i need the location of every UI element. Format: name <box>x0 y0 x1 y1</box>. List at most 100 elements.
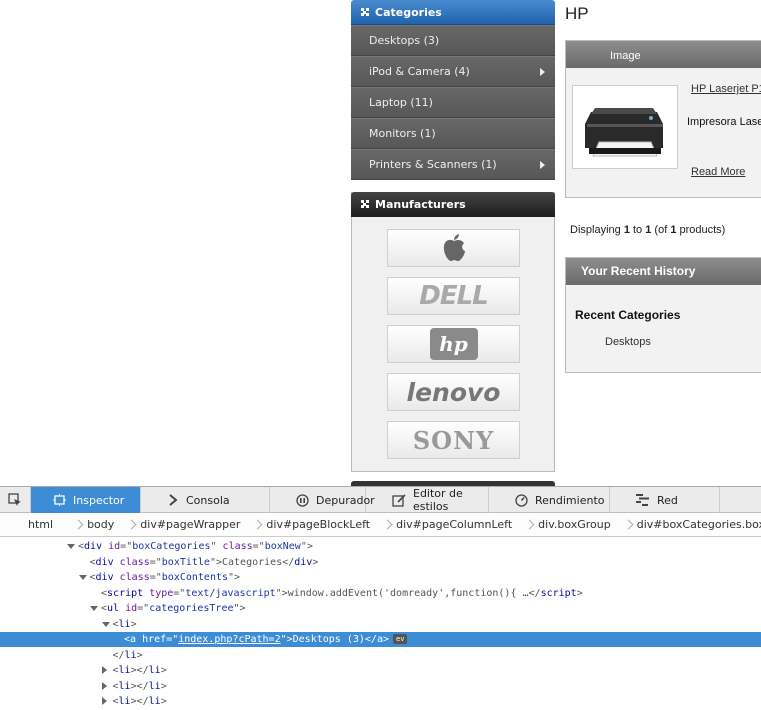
manufacturers-box-title: Manufacturers <box>351 192 555 217</box>
markup-text: <li> <box>113 617 137 632</box>
markup-line[interactable]: <script type="text/javascript">window.ad… <box>0 586 761 601</box>
breadcrumb-item[interactable]: body <box>75 513 128 536</box>
displaying-pre-total: (of <box>651 224 671 236</box>
markup-text: <li></li> <box>113 679 167 694</box>
sony-logo[interactable]: SONY <box>387 421 520 459</box>
markup-token: =" <box>120 541 133 552</box>
markup-token: href <box>142 634 167 645</box>
tab-label: Editor de estilos <box>413 487 463 513</box>
markup-token: "> <box>233 603 246 614</box>
markup-token: </ <box>112 649 125 661</box>
tab-inspector[interactable]: Inspector <box>31 487 141 513</box>
markup-token: li <box>148 696 161 707</box>
markup-token: > <box>576 587 583 599</box>
apple-logo[interactable] <box>387 229 520 267</box>
expand-open-icon[interactable] <box>90 606 98 611</box>
lenovo-logo[interactable]: lenovo <box>387 373 520 411</box>
markup-token: div <box>294 556 313 568</box>
markup-token: text/javascript <box>185 587 276 599</box>
markup-line[interactable]: <li> <box>0 617 761 632</box>
markup-token: categoriesTree <box>149 603 234 614</box>
breadcrumb-item[interactable]: div#pageColumnLeft <box>384 513 526 536</box>
breadcrumb: html body div#pageWrapper div#pageBlockLeft… <box>0 513 761 537</box>
markup-token: window.addEvent('domready',function(){ … <box>287 587 529 599</box>
markup-text: <div class="boxTitle">Categories</div> <box>90 555 319 570</box>
markup-token: boxTitle <box>161 556 210 568</box>
markup-token: script <box>107 587 144 599</box>
event-badge[interactable]: ev <box>393 634 408 644</box>
markup-token: =" <box>166 634 179 645</box>
product-header: Image <box>566 41 761 68</box>
element-picker-button[interactable] <box>0 487 31 513</box>
markup-text: <li></li> <box>113 694 167 709</box>
markup-line[interactable]: <a href="index.php?cPath=2">Desktops (3)… <box>0 632 761 647</box>
expand-open-icon[interactable] <box>78 575 87 580</box>
markup-line[interactable]: <li></li> <box>0 663 761 678</box>
console-icon <box>167 494 179 506</box>
breadcrumb-item[interactable]: div#boxCategories.boxNew <box>625 513 761 536</box>
markup-token: Categories <box>222 556 283 568</box>
expand-closed-icon[interactable] <box>101 681 107 690</box>
markup-token: div <box>95 572 114 583</box>
markup-token: li <box>148 680 161 692</box>
markup-token: li <box>118 618 131 630</box>
breadcrumb-item[interactable]: div#pageWrapper <box>128 513 254 536</box>
dell-logo-text: DELL <box>419 281 488 311</box>
tab-label: Rendimiento <box>535 493 605 507</box>
product-image[interactable] <box>572 85 678 169</box>
category-label: Monitors (1) <box>369 127 436 140</box>
markup-text: <ul id="categoriesTree"> <box>101 601 246 616</box>
markup-line[interactable]: <li></li> <box>0 679 761 694</box>
markup-token: "> <box>228 572 241 583</box>
markup-token: "> <box>300 541 313 552</box>
tab-editor-de-estilos[interactable]: Editor de estilos <box>366 487 489 513</box>
expand-closed-icon[interactable] <box>101 697 107 705</box>
markup-token: id <box>125 603 138 614</box>
category-label: Desktops (3) <box>369 34 440 47</box>
markup-token: </ <box>282 556 295 568</box>
read-more-link[interactable]: Read More <box>691 166 745 178</box>
markup-line[interactable]: </li> <box>0 648 761 663</box>
markup-line[interactable]: <li></li> <box>0 694 761 709</box>
performance-icon <box>515 493 528 507</box>
category-item[interactable]: iPod & Camera (4) <box>351 56 555 87</box>
markup-token: div <box>95 556 114 568</box>
product-name-link[interactable]: HP Laserjet P1 <box>691 83 761 95</box>
element-picker-icon <box>8 493 21 506</box>
tab-consola[interactable]: Consola <box>141 487 270 513</box>
tab-red[interactable]: Red <box>610 487 720 513</box>
hp-logo[interactable]: hp <box>387 325 520 363</box>
markup-line[interactable]: <div class="boxContents"> <box>0 570 761 585</box>
recent-history-box: Your Recent History Recent Categories De… <box>565 257 761 373</box>
category-item[interactable]: Printers & Scanners (1) <box>351 149 555 180</box>
chevron-right-icon <box>540 68 545 76</box>
markup-token: Desktops (3) <box>292 634 365 645</box>
markup-token: =" <box>149 572 162 583</box>
breadcrumb-item[interactable]: html <box>0 513 75 536</box>
expand-open-icon[interactable] <box>67 544 75 549</box>
category-item[interactable]: Laptop (11) <box>351 87 555 118</box>
tab-depurador[interactable]: Depurador <box>270 487 375 513</box>
markup-token: boxNew <box>264 541 301 552</box>
markup-text: <a href="index.php?cPath=2">Desktops (3)… <box>124 632 408 647</box>
recent-category-link[interactable]: Desktops <box>605 336 651 348</box>
markup-line[interactable]: <div class="boxTitle">Categories</div> <box>0 555 761 570</box>
tab-rendimiento[interactable]: Rendimiento <box>489 487 610 513</box>
expand-open-icon[interactable] <box>101 621 110 627</box>
breadcrumb-item[interactable]: div.boxGroup <box>526 513 625 536</box>
dell-logo[interactable]: DELL <box>387 277 520 315</box>
devtools-toolbar: Inspector Consola Depurador Editor de estil… <box>0 487 761 513</box>
markup-token: > <box>130 618 137 630</box>
category-item[interactable]: Desktops (3) <box>351 25 555 56</box>
markup-token: id <box>108 541 121 552</box>
product-listing: Image HP Laserjet P1 Impresora Lase Read… <box>565 40 761 198</box>
markup-token: =" <box>149 556 162 568</box>
markup-line[interactable]: <ul id="categoriesTree"> <box>0 601 761 616</box>
expand-closed-icon[interactable] <box>101 666 107 674</box>
bullet-icon <box>361 200 369 208</box>
markup-token: "> <box>209 556 222 568</box>
markup-token: > <box>160 680 167 692</box>
breadcrumb-item[interactable]: div#pageBlockLeft <box>254 513 384 536</box>
markup-line[interactable]: <div id="boxCategories" class="boxNew"> <box>0 539 761 554</box>
category-item[interactable]: Monitors (1) <box>351 118 555 149</box>
